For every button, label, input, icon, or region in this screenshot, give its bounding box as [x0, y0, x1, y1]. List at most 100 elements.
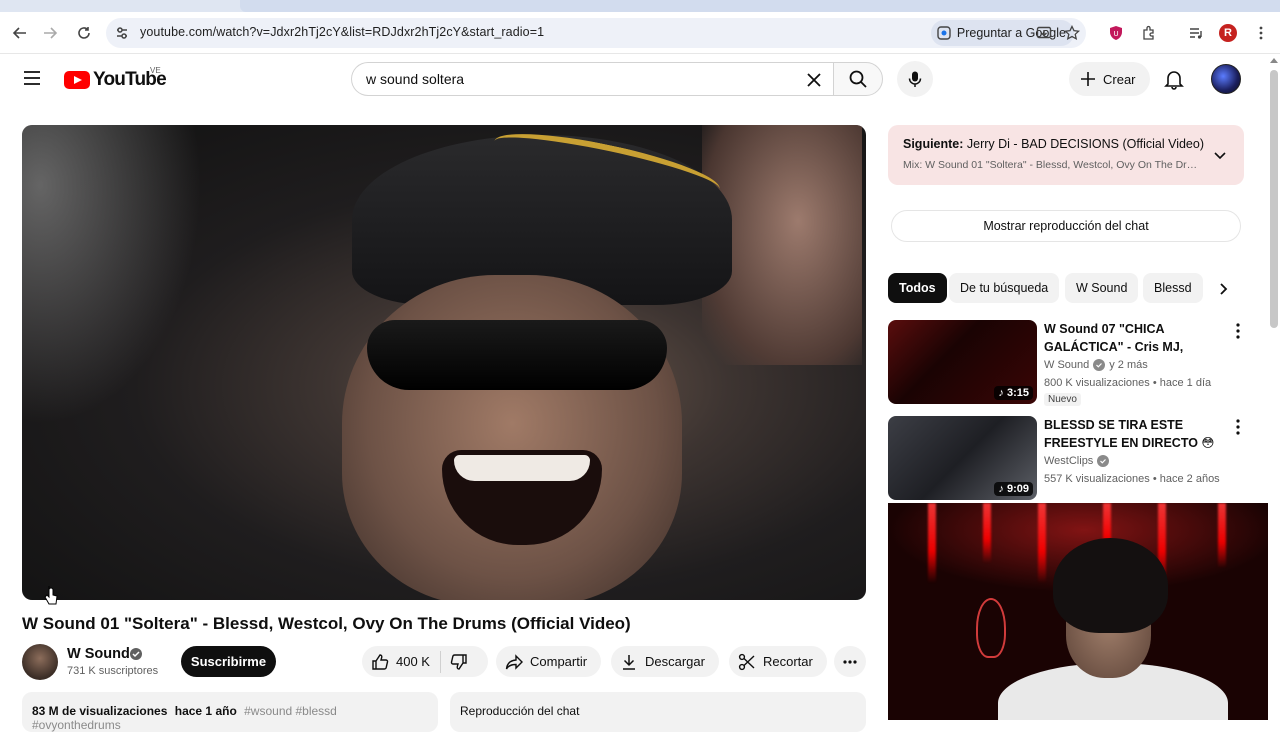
search-button[interactable]	[833, 62, 883, 96]
chat-replay-panel[interactable]: Reproducción del chat	[450, 692, 866, 732]
video-duration: ♪ 3:15	[994, 386, 1033, 400]
verified-badge-icon	[1097, 455, 1110, 467]
dislike-button[interactable]	[441, 652, 479, 672]
more-vertical-icon[interactable]	[1230, 418, 1246, 436]
webcam-neon-sign	[976, 598, 1006, 658]
up-next-title: Jerry Di - BAD DECISIONS (Official Video…	[966, 137, 1204, 151]
browser-profile-avatar[interactable]: R	[1219, 24, 1237, 42]
microphone-icon	[908, 71, 922, 87]
create-button[interactable]: Crear	[1069, 62, 1150, 96]
verified-badge-icon	[1093, 359, 1106, 371]
more-vertical-icon[interactable]	[1230, 322, 1246, 340]
subscriber-count: 731 K suscriptores	[67, 665, 159, 677]
extension-shield-icon[interactable]: U	[1107, 24, 1125, 42]
show-chat-replay-button[interactable]: Mostrar reproducción del chat	[891, 210, 1241, 242]
recommendation-channel[interactable]: W Sound y 2 más	[1044, 359, 1148, 371]
notifications-bell-icon[interactable]	[1163, 68, 1185, 90]
recommendation-meta: 800 K visualizaciones • hace 1 día	[1044, 377, 1212, 389]
video-frame-sunglasses	[367, 320, 667, 390]
like-button[interactable]: 400 K	[362, 650, 441, 673]
voice-search-button[interactable]	[897, 61, 933, 97]
clip-button[interactable]: Recortar	[729, 646, 827, 677]
chat-replay-label: Reproducción del chat	[460, 704, 580, 718]
search-icon	[849, 70, 867, 88]
webcam-neon-strip	[1038, 503, 1046, 583]
download-button[interactable]: Descargar	[611, 646, 719, 677]
channel-name[interactable]: W Sound	[67, 646, 130, 662]
recommendation-channel[interactable]: WestClips	[1044, 455, 1110, 467]
hamburger-menu-icon[interactable]	[22, 68, 42, 88]
share-arrow-icon	[504, 652, 524, 672]
chip-blessd[interactable]: Blessd	[1143, 273, 1203, 303]
video-thumbnail[interactable]: ♪ 9:09	[888, 416, 1037, 500]
share-button[interactable]: Compartir	[496, 646, 602, 677]
back-arrow-icon[interactable]	[8, 21, 32, 45]
filter-chip-bar: Todos De tu búsqueda W Sound Blessd	[888, 273, 1242, 303]
like-dislike-group: 400 K	[362, 646, 488, 677]
thumbs-down-icon	[449, 652, 469, 672]
verified-badge-icon	[130, 648, 142, 660]
video-duration: ♪ 9:09	[994, 482, 1033, 496]
browser-menu-icon[interactable]	[1252, 24, 1270, 42]
browser-toolbar: youtube.com/watch?v=Jdxr2hTj2cY&list=RDJ…	[0, 12, 1280, 54]
view-count: 83 M de visualizaciones	[32, 704, 168, 718]
upload-age: hace 1 año	[174, 704, 237, 718]
up-next-playlist-card[interactable]: Siguiente: Jerry Di - BAD DECISIONS (Off…	[888, 125, 1244, 185]
scissors-icon	[737, 652, 757, 672]
search-query-text[interactable]: w sound soltera	[366, 71, 464, 87]
clip-label: Recortar	[763, 654, 813, 669]
download-icon	[619, 652, 639, 672]
reload-icon[interactable]	[72, 21, 96, 45]
region-code: VE	[150, 66, 161, 75]
description-box[interactable]: 83 M de visualizaciones hace 1 año #wsou…	[22, 692, 438, 732]
recommendation-title[interactable]: W Sound 07 "CHICA GALÁCTICA" - Cris MJ, …	[1044, 320, 1222, 356]
youtube-masthead: YouTube VE w sound soltera Crear	[0, 54, 1268, 104]
forward-arrow-icon[interactable]	[38, 21, 62, 45]
more-actions-button[interactable]	[834, 646, 866, 677]
recommendation-meta: 557 K visualizaciones • hace 2 años	[1044, 473, 1220, 485]
video-frame-teeth	[454, 455, 590, 481]
thumbs-up-icon	[370, 652, 390, 672]
recommendation-item[interactable]: ♪ 3:15 W Sound 07 "CHICA GALÁCTICA" - Cr…	[888, 320, 1248, 406]
scrollbar-thumb[interactable]	[1270, 70, 1278, 328]
recommendation-title[interactable]: BLESSD SE TIRA ESTE FREESTYLE EN DIRECTO…	[1044, 416, 1222, 452]
mouse-pointer-icon	[44, 586, 58, 605]
address-bar[interactable]: youtube.com/watch?v=Jdxr2hTj2cY&list=RDJ…	[106, 18, 1086, 48]
mix-title: Mix: W Sound 01 "Soltera" - Blessd, West…	[903, 159, 1198, 171]
share-label: Compartir	[530, 654, 588, 669]
extensions-puzzle-icon[interactable]	[1140, 24, 1158, 42]
site-info-icon[interactable]	[114, 25, 130, 41]
up-next-prefix: Siguiente:	[903, 137, 964, 151]
chevron-right-icon[interactable]	[1214, 280, 1232, 298]
browser-active-tab[interactable]	[240, 0, 1280, 12]
video-player[interactable]	[22, 125, 866, 600]
recommendation-item[interactable]: ♪ 9:09 BLESSD SE TIRA ESTE FREESTYLE EN …	[888, 416, 1248, 500]
media-controls-icon[interactable]	[1187, 24, 1205, 42]
url-text[interactable]: youtube.com/watch?v=Jdxr2hTj2cY&list=RDJ…	[140, 25, 544, 39]
subscribe-button[interactable]: Suscribirme	[181, 646, 276, 677]
up-next-title-line: Siguiente: Jerry Di - BAD DECISIONS (Off…	[903, 137, 1204, 151]
webcam-person-hair	[1053, 538, 1168, 633]
install-app-icon[interactable]	[1035, 24, 1053, 42]
bookmark-star-icon[interactable]	[1063, 24, 1081, 42]
video-thumbnail[interactable]: ♪ 3:15	[888, 320, 1037, 404]
plus-icon	[1081, 72, 1095, 86]
svg-text:U: U	[1113, 30, 1118, 38]
webcam-neon-strip	[983, 503, 991, 563]
chip-w-sound[interactable]: W Sound	[1065, 273, 1139, 303]
chevron-down-icon[interactable]	[1212, 147, 1228, 163]
page-scrollbar[interactable]	[1268, 54, 1280, 720]
webcam-neon-strip	[1218, 503, 1226, 568]
chip-todos[interactable]: Todos	[888, 273, 947, 303]
channel-avatar[interactable]	[22, 644, 58, 680]
chip-de-tu-busqueda[interactable]: De tu búsqueda	[949, 273, 1060, 303]
more-horizontal-icon	[843, 659, 857, 664]
scroll-up-arrow-icon[interactable]	[1270, 58, 1278, 63]
clear-search-icon[interactable]	[805, 71, 823, 89]
new-badge: Nuevo	[1044, 393, 1081, 406]
webcam-overlay	[888, 503, 1280, 720]
video-title: W Sound 01 "Soltera" - Blessd, Westcol, …	[22, 614, 631, 633]
search-input[interactable]: w sound soltera	[351, 62, 833, 96]
like-count: 400 K	[396, 654, 430, 669]
account-avatar[interactable]	[1211, 64, 1241, 94]
